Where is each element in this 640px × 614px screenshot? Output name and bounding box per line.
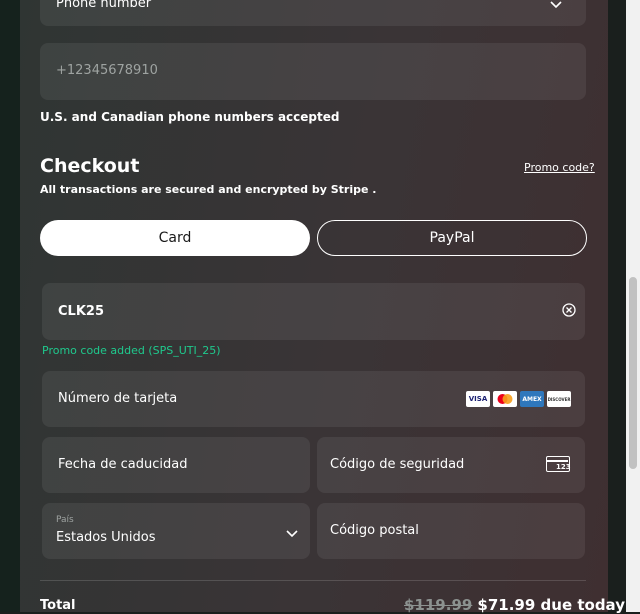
promo-code-link[interactable]: Promo code? — [524, 161, 595, 174]
tab-paypal[interactable]: PayPal — [317, 220, 587, 256]
discover-icon: DISCOVER — [547, 391, 571, 407]
chevron-down-icon — [286, 527, 298, 542]
visa-icon: VISA — [466, 391, 490, 407]
cvc-card-stripe — [547, 460, 568, 462]
cvc-label: Código de seguridad — [330, 457, 465, 472]
amex-icon: AMEX — [520, 391, 544, 407]
country-select[interactable]: País Estados Unidos — [42, 503, 310, 559]
promo-code-input[interactable]: CLK25 — [42, 283, 585, 340]
tab-card-label: Card — [158, 230, 192, 246]
tab-card[interactable]: Card — [40, 220, 310, 256]
new-price: $71.99 due today — [477, 596, 625, 614]
phone-note: U.S. and Canadian phone numbers accepted — [40, 110, 340, 124]
postal-code-label: Código postal — [330, 523, 419, 538]
old-price: $119.99 — [404, 596, 473, 614]
scrollbar-thumb[interactable] — [629, 277, 637, 469]
promo-code-value: CLK25 — [58, 304, 104, 319]
cvc-card-icon: 123 — [546, 456, 571, 472]
cvc-icon-digits: 123 — [556, 463, 571, 471]
secure-note: All transactions are secured and encrypt… — [40, 183, 376, 196]
promo-status: Promo code added (SPS_UTI_25) — [42, 344, 221, 357]
total-label: Total — [40, 598, 76, 613]
cvc-input[interactable]: Código de seguridad 123 — [317, 437, 585, 493]
phone-input[interactable]: +12345678910 — [40, 43, 586, 100]
total-prices: $119.99 $71.99 due today — [404, 595, 625, 614]
country-value: Estados Unidos — [56, 530, 156, 545]
checkout-title: Checkout — [40, 155, 140, 177]
phone-placeholder: +12345678910 — [56, 63, 158, 78]
expiry-input[interactable]: Fecha de caducidad — [42, 437, 310, 493]
left-backdrop — [0, 0, 20, 612]
total-divider — [40, 580, 586, 581]
country-small-label: País — [56, 515, 74, 525]
clear-promo-icon[interactable] — [562, 303, 576, 321]
phone-country-label: Phone number — [56, 0, 152, 11]
tab-paypal-label: PayPal — [429, 230, 475, 246]
expiry-label: Fecha de caducidad — [58, 457, 188, 472]
secure-note-suffix: . — [368, 183, 377, 196]
chevron-down-icon — [550, 0, 562, 13]
card-number-label: Número de tarjeta — [58, 391, 178, 406]
secure-note-prefix: All transactions are secured and encrypt… — [40, 183, 331, 196]
phone-country-select[interactable]: Phone number — [40, 0, 586, 26]
stripe-brand: Stripe — [330, 183, 369, 196]
mastercard-icon — [493, 391, 517, 407]
postal-code-input[interactable]: Código postal — [317, 503, 585, 559]
